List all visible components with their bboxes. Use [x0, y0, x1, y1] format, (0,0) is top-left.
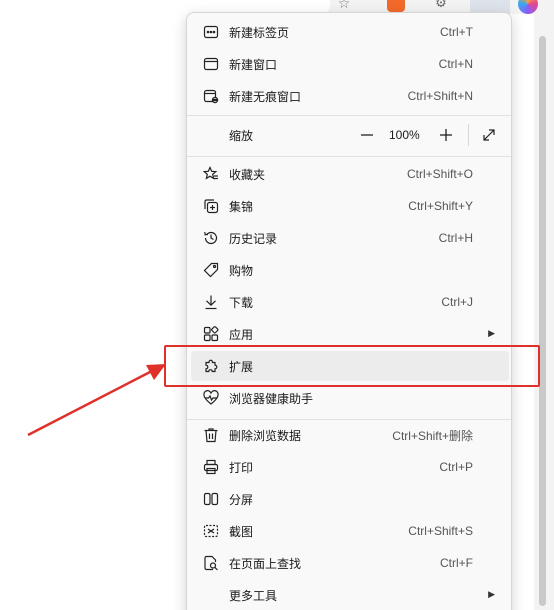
menu-item-label: 更多工具 [229, 588, 278, 603]
screenshot-icon [203, 523, 219, 539]
menu-item-shortcut: Ctrl+T [440, 25, 473, 39]
menu-item-screenshot[interactable]: 截图 Ctrl+Shift+S [191, 516, 509, 546]
new-tab-icon [203, 24, 219, 40]
menu-item-shortcut: Ctrl+J [441, 295, 473, 309]
inprivate-window-icon [203, 88, 219, 104]
favorite-star-icon[interactable]: ☆ [336, 0, 352, 12]
history-icon [203, 230, 219, 246]
menu-item-more-tools[interactable]: 更多工具 ▶ [191, 580, 509, 610]
zoom-label: 缩放 [229, 128, 254, 143]
tag-icon [203, 262, 219, 278]
submenu-arrow-icon: ▶ [488, 329, 495, 339]
menu-item-shortcut: Ctrl+P [439, 460, 473, 474]
menu-item-label: 新建无痕窗口 [229, 89, 302, 104]
menu-separator [187, 115, 511, 116]
menu-item-shortcut: Ctrl+Shift+O [406, 167, 473, 181]
trash-icon [203, 427, 219, 443]
new-window-icon [203, 56, 219, 72]
collections-icon [203, 198, 219, 214]
menu-item-label: 打印 [229, 460, 254, 475]
menu-item-label: 下载 [229, 295, 254, 310]
menu-item-clear-browsing-data[interactable]: 删除浏览数据 Ctrl+Shift+删除 [191, 420, 509, 450]
zoom-divider [468, 124, 469, 146]
extensions-toolbar-icon[interactable]: ⚙ [433, 0, 449, 12]
menu-item-split-screen[interactable]: 分屏 [191, 484, 509, 514]
menu-item-new-tab[interactable]: 新建标签页 Ctrl+T [191, 17, 509, 47]
menu-item-label: 集锦 [229, 199, 254, 214]
submenu-arrow-icon: ▶ [488, 590, 495, 600]
menu-item-shortcut: Ctrl+N [438, 57, 473, 71]
menu-item-label: 分屏 [229, 492, 254, 507]
menu-item-shortcut: Ctrl+H [438, 231, 473, 245]
zoom-level-value: 100% [389, 128, 420, 142]
menu-item-find-on-page[interactable]: 在页面上查找 Ctrl+F [191, 548, 509, 578]
menu-item-label: 删除浏览数据 [229, 428, 302, 443]
menu-item-browser-health[interactable]: 浏览器健康助手 [191, 383, 509, 413]
menu-item-label: 新建标签页 [229, 25, 290, 40]
menu-item-label: 浏览器健康助手 [229, 391, 314, 406]
menu-item-shortcut: Ctrl+Shift+Y [408, 199, 473, 213]
print-icon [203, 459, 219, 475]
menu-item-print[interactable]: 打印 Ctrl+P [191, 452, 509, 482]
annotation-highlight-box [164, 345, 540, 387]
menu-item-shortcut: Ctrl+F [440, 556, 473, 570]
menu-item-label: 截图 [229, 524, 254, 539]
menu-item-label: 新建窗口 [229, 57, 278, 72]
zoom-out-button[interactable] [353, 121, 381, 149]
menu-item-label: 在页面上查找 [229, 556, 302, 571]
menu-item-downloads[interactable]: 下载 Ctrl+J [191, 287, 509, 317]
zoom-in-button[interactable] [432, 121, 460, 149]
menu-item-label: 购物 [229, 263, 254, 278]
menu-item-shortcut: Ctrl+Shift+S [408, 524, 473, 538]
menu-item-shopping[interactable]: 购物 [191, 255, 509, 285]
menu-item-zoom: 缩放 100% [191, 120, 509, 150]
menu-item-favorites[interactable]: 收藏夹 Ctrl+Shift+O [191, 159, 509, 189]
apps-icon [203, 326, 219, 342]
menu-item-label: 历史记录 [229, 231, 278, 246]
menu-item-collections[interactable]: 集锦 Ctrl+Shift+Y [191, 191, 509, 221]
star-icon [203, 166, 219, 182]
find-icon [203, 555, 219, 571]
menu-separator [187, 156, 511, 157]
copilot-icon[interactable] [518, 0, 538, 14]
scrollbar-thumb[interactable] [539, 36, 546, 606]
menu-item-label: 收藏夹 [229, 167, 266, 182]
menu-item-shortcut: Ctrl+Shift+删除 [392, 428, 473, 443]
menu-item-shortcut: Ctrl+Shift+N [407, 89, 473, 103]
menu-item-new-inprivate-window[interactable]: 新建无痕窗口 Ctrl+Shift+N [191, 81, 509, 111]
menu-item-history[interactable]: 历史记录 Ctrl+H [191, 223, 509, 253]
split-screen-icon [203, 491, 219, 507]
extension-icon[interactable] [387, 0, 405, 12]
menu-item-label: 应用 [229, 327, 254, 342]
settings-and-more-menu: 新建标签页 Ctrl+T 新建窗口 Ctrl+N 新建无痕窗口 Ctrl+Shi… [186, 12, 512, 610]
heartbeat-icon [203, 390, 219, 406]
download-icon [203, 294, 219, 310]
fullscreen-button[interactable] [475, 121, 503, 149]
menu-item-new-window[interactable]: 新建窗口 Ctrl+N [191, 49, 509, 79]
